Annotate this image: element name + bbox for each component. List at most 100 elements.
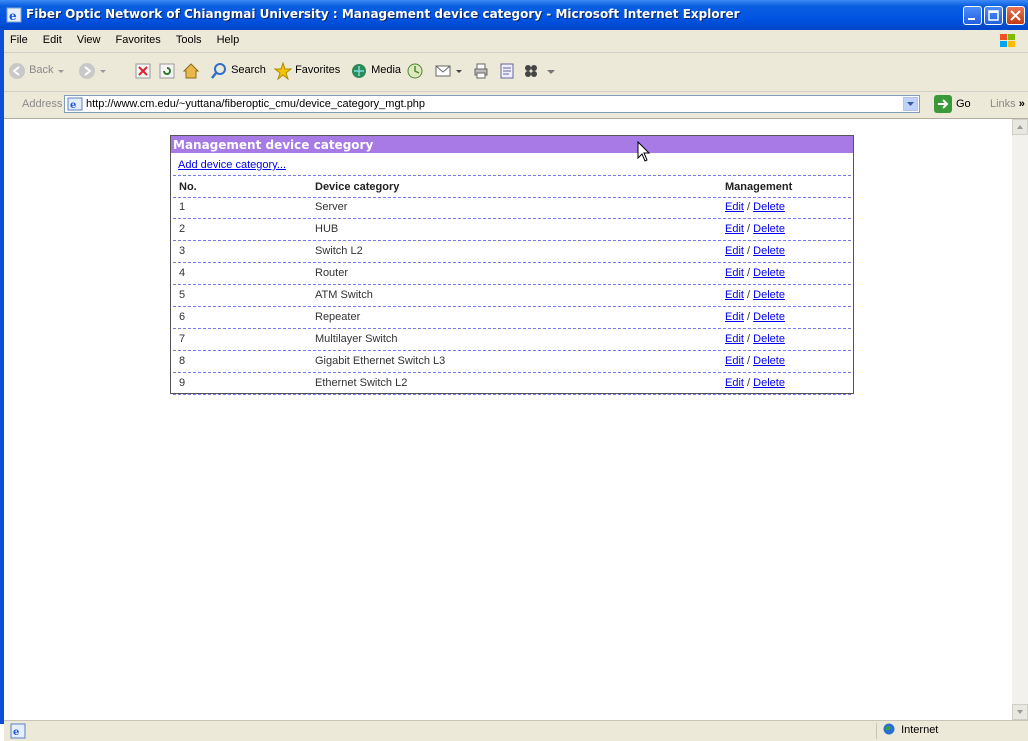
- star-icon: [273, 61, 293, 81]
- window-title: Fiber Optic Network of Chiangmai Univers…: [26, 7, 740, 21]
- back-arrow-icon: [9, 63, 25, 79]
- row-device-category: Server: [315, 201, 348, 213]
- edit-link[interactable]: Edit: [725, 245, 744, 257]
- table-row: 2 HUB Edit / Delete: [173, 219, 851, 241]
- row-number: 2: [179, 223, 186, 235]
- row-device-category: Gigabit Ethernet Switch L3: [315, 355, 446, 367]
- edit-link[interactable]: Edit: [725, 267, 744, 279]
- mail-button[interactable]: [434, 62, 463, 82]
- chevron-down-icon: [57, 70, 64, 73]
- edit-page-button[interactable]: [498, 62, 516, 82]
- row-number: 9: [179, 377, 186, 389]
- address-url: http://www.cm.edu/~yuttana/fiberoptic_cm…: [86, 98, 426, 110]
- address-dropdown-button[interactable]: [903, 97, 918, 111]
- svg-text:e: e: [13, 727, 19, 738]
- links-toolbar[interactable]: Links »: [990, 98, 1025, 110]
- chevron-up-icon: [1017, 125, 1023, 129]
- delete-link[interactable]: Delete: [753, 377, 785, 389]
- row-number: 6: [179, 311, 186, 323]
- standard-toolbar: Back Search Favorites Media: [4, 53, 1028, 92]
- row-device-category: Multilayer Switch: [315, 333, 398, 345]
- security-zone: Internet: [876, 723, 1023, 739]
- delete-link[interactable]: Delete: [753, 289, 785, 301]
- row-device-category: Repeater: [315, 311, 361, 323]
- delete-link[interactable]: Delete: [753, 333, 785, 345]
- delete-link[interactable]: Delete: [753, 311, 785, 323]
- menu-view[interactable]: View: [71, 30, 107, 46]
- column-header-management: Management: [725, 181, 793, 193]
- add-device-category-link[interactable]: Add device category...: [178, 159, 286, 171]
- go-button[interactable]: Go: [934, 95, 971, 115]
- action-separator: /: [747, 289, 751, 301]
- action-separator: /: [747, 333, 751, 345]
- stop-button[interactable]: [134, 62, 152, 82]
- row-device-category: HUB: [315, 223, 339, 235]
- maximize-button[interactable]: [984, 6, 1003, 25]
- media-button[interactable]: Media: [350, 62, 401, 82]
- address-label: Address: [22, 98, 63, 110]
- action-separator: /: [747, 377, 751, 389]
- row-device-category: Switch L2: [315, 245, 363, 257]
- search-button[interactable]: Search: [210, 62, 266, 82]
- history-icon: [407, 63, 423, 79]
- print-button[interactable]: [472, 62, 490, 82]
- delete-link[interactable]: Delete: [753, 201, 785, 213]
- menu-favorites[interactable]: Favorites: [110, 30, 167, 46]
- forward-arrow-icon: [79, 63, 95, 79]
- globe-icon: [883, 723, 895, 735]
- home-button[interactable]: [182, 62, 200, 82]
- close-button[interactable]: [1006, 6, 1025, 25]
- address-bar: Address e http://www.cm.edu/~yuttana/fib…: [4, 92, 1028, 119]
- minimize-button[interactable]: [963, 6, 982, 25]
- toolbar-options-button[interactable]: [546, 62, 556, 82]
- menu-help[interactable]: Help: [211, 30, 246, 46]
- panel-title: Management device category: [173, 138, 374, 152]
- security-zone-label: Internet: [901, 724, 939, 736]
- stop-icon: [135, 63, 151, 79]
- scroll-down-button[interactable]: [1012, 704, 1028, 720]
- row-device-category: Router: [315, 267, 349, 279]
- title-bar: e Fiber Optic Network of Chiangmai Unive…: [0, 0, 1028, 30]
- menu-tools[interactable]: Tools: [170, 30, 208, 46]
- table-row: 3 Switch L2 Edit / Delete: [173, 241, 851, 263]
- row-number: 4: [179, 267, 186, 279]
- vertical-scrollbar[interactable]: [1012, 119, 1028, 720]
- edit-link[interactable]: Edit: [725, 289, 744, 301]
- edit-link[interactable]: Edit: [725, 311, 744, 323]
- row-management-actions: Edit / Delete: [725, 333, 785, 345]
- chevron-down-icon: [907, 102, 914, 106]
- delete-link[interactable]: Delete: [753, 245, 785, 257]
- scroll-up-button[interactable]: [1012, 119, 1028, 135]
- page-status-icon: e: [10, 723, 26, 739]
- column-header-category: Device category: [315, 181, 400, 193]
- forward-button[interactable]: [78, 62, 107, 82]
- edit-link[interactable]: Edit: [725, 223, 744, 235]
- close-icon: [1010, 10, 1021, 21]
- delete-link[interactable]: Delete: [753, 223, 785, 235]
- address-input[interactable]: e http://www.cm.edu/~yuttana/fiberoptic_…: [64, 95, 920, 113]
- edit-link[interactable]: Edit: [725, 355, 744, 367]
- go-arrow-icon: [934, 95, 952, 113]
- table-row: 4 Router Edit / Delete: [173, 263, 851, 285]
- edit-link[interactable]: Edit: [725, 201, 744, 213]
- row-management-actions: Edit / Delete: [725, 223, 785, 235]
- refresh-button[interactable]: [158, 62, 176, 82]
- menu-edit[interactable]: Edit: [37, 30, 68, 46]
- edit-link[interactable]: Edit: [725, 333, 744, 345]
- edit-link[interactable]: Edit: [725, 377, 744, 389]
- delete-link[interactable]: Delete: [753, 355, 785, 367]
- row-management-actions: Edit / Delete: [725, 201, 785, 213]
- messenger-icon: [525, 65, 537, 77]
- page-icon: e: [67, 97, 83, 111]
- history-button[interactable]: [406, 62, 424, 82]
- messenger-button[interactable]: [522, 62, 540, 82]
- table-row: 7 Multilayer Switch Edit / Delete: [173, 329, 851, 351]
- menu-file[interactable]: File: [4, 30, 34, 46]
- delete-link[interactable]: Delete: [753, 267, 785, 279]
- row-management-actions: Edit / Delete: [725, 311, 785, 323]
- row-management-actions: Edit / Delete: [725, 289, 785, 301]
- toolbar-overflow-icon: [547, 70, 555, 74]
- favorites-button[interactable]: Favorites: [273, 61, 340, 82]
- device-category-panel: Management device category Add device ca…: [170, 135, 854, 395]
- back-button[interactable]: Back: [8, 62, 65, 82]
